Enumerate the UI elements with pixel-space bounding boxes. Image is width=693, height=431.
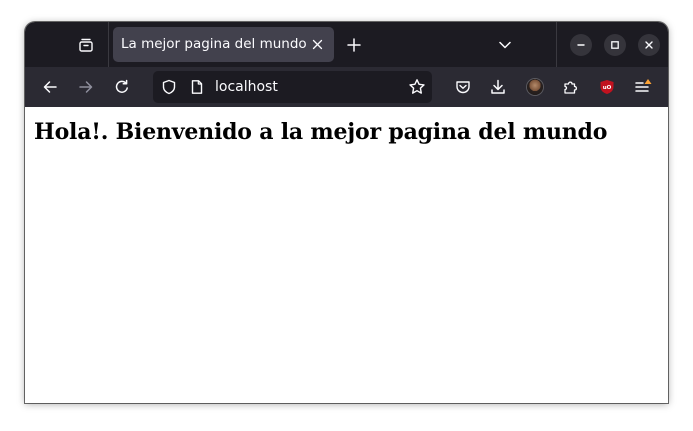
- star-icon[interactable]: [408, 78, 426, 96]
- maximize-button[interactable]: [604, 34, 626, 56]
- forward-button[interactable]: [74, 75, 98, 99]
- list-all-tabs-button[interactable]: [494, 34, 516, 56]
- download-icon: [490, 79, 506, 95]
- hamburger-menu-icon: [634, 78, 652, 96]
- window-controls-divider: [556, 22, 557, 67]
- minimize-button[interactable]: [570, 34, 592, 56]
- extensions-button[interactable]: [559, 75, 583, 99]
- tab-active[interactable]: La mejor pagina del mundo: [113, 27, 334, 62]
- maximize-icon: [610, 40, 620, 50]
- tab-close-button[interactable]: [309, 36, 326, 53]
- downloads-button[interactable]: [486, 75, 510, 99]
- arrow-left-icon: [42, 79, 58, 95]
- new-tab-button[interactable]: [343, 34, 365, 56]
- tab-strip-divider: [108, 22, 109, 67]
- puzzle-icon: [563, 79, 579, 95]
- account-button[interactable]: [523, 75, 547, 99]
- page-heading: Hola!. Bienvenido a la mejor pagina del …: [34, 119, 608, 145]
- page-icon[interactable]: [189, 79, 205, 95]
- browser-window: La mejor pagina del mundo localhost uO H…: [25, 22, 668, 403]
- plus-icon: [347, 38, 361, 52]
- tab-overview-icon: [78, 37, 94, 53]
- tab-title: La mejor pagina del mundo: [121, 36, 307, 52]
- avatar: [527, 79, 543, 95]
- close-icon: [312, 39, 323, 50]
- app-menu-button[interactable]: [631, 75, 655, 99]
- close-icon: [644, 40, 654, 50]
- ublock-button[interactable]: uO: [595, 75, 619, 99]
- close-window-button[interactable]: [638, 34, 660, 56]
- back-button[interactable]: [38, 75, 62, 99]
- tab-strip: La mejor pagina del mundo: [25, 22, 668, 67]
- tab-overview-button[interactable]: [74, 33, 98, 57]
- page-content: Hola!. Bienvenido a la mejor pagina del …: [25, 107, 668, 403]
- ublock-icon: uO: [599, 79, 615, 95]
- reload-icon: [114, 79, 130, 95]
- svg-text:uO: uO: [603, 85, 612, 91]
- pocket-button[interactable]: [451, 75, 475, 99]
- pocket-icon: [455, 79, 471, 95]
- minimize-icon: [576, 40, 586, 50]
- reload-button[interactable]: [110, 75, 134, 99]
- address-bar[interactable]: localhost: [153, 71, 432, 103]
- shield-icon[interactable]: [161, 79, 177, 95]
- url-text[interactable]: localhost: [215, 71, 278, 103]
- chevron-down-icon: [498, 38, 512, 52]
- arrow-right-icon: [78, 79, 94, 95]
- navigation-toolbar: localhost uO: [25, 67, 668, 107]
